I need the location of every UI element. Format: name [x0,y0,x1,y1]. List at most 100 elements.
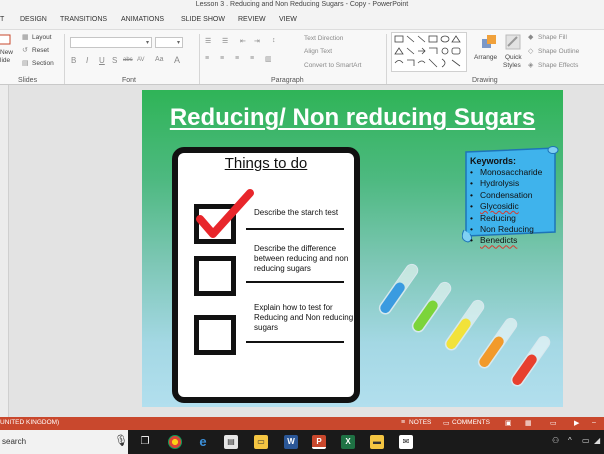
microphone-icon[interactable]: 🎙 [114,434,128,447]
arrange-icon[interactable] [481,34,497,50]
new-slide-icon[interactable] [0,33,12,47]
font-name-combo[interactable]: ▾ [70,37,152,48]
layout-icon: ▦ [22,34,29,41]
things-to-do-heading[interactable]: Things to do [178,155,354,172]
shape-fill-button[interactable]: Shape Fill [538,34,567,41]
notification-icon[interactable]: ▭ [582,436,590,445]
shape-outline-button[interactable]: Shape Outline [538,48,579,55]
align-right-icon[interactable]: ≡ [235,55,239,62]
word-icon[interactable]: W [284,435,298,449]
reset-button[interactable]: Reset [32,47,49,54]
shadow-button[interactable]: S [112,56,117,65]
strikethrough-button[interactable]: abc [123,57,133,63]
test-tube [477,317,518,369]
ribbon: New lide ▦ Layout ↺ Reset ▤ Section Slid… [0,29,604,85]
task-checkbox-2[interactable] [194,256,236,296]
excel-icon[interactable]: X [341,435,355,449]
clipboard-shape[interactable]: Things to do Describe the starch test De… [172,147,360,403]
keyword-list[interactable]: Monosaccharide Hydrolysis Condensation G… [470,167,542,247]
powerpoint-icon[interactable]: P [312,435,326,449]
shape-effects-button[interactable]: Shape Effects [538,62,578,69]
slideshow-icon[interactable]: ▶ [574,419,579,427]
task-underline [246,281,344,283]
keywords-heading[interactable]: Keywords: [470,156,516,166]
mail-icon[interactable]: ✉ [399,435,413,449]
task-view-icon[interactable]: ❐ [138,435,152,449]
test-tubes-image[interactable] [378,256,553,404]
change-case-button[interactable]: Aa [155,56,164,63]
tab-animations[interactable]: ANIMATIONS [121,16,164,23]
task-underline [246,341,344,343]
quick-styles-label-2[interactable]: Styles [503,62,521,69]
people-icon[interactable]: ⚇ [552,436,559,445]
shapes-gallery[interactable] [391,32,467,72]
tab-view[interactable]: VIEW [279,16,297,23]
slide[interactable]: Reducing/ Non reducing Sugars Things to … [142,90,563,407]
chevron-up-icon[interactable]: ^ [568,436,572,445]
tab-insert[interactable]: T [0,16,4,23]
task-text-3[interactable]: Explain how to test for Reducing and Non… [254,303,359,333]
indent-icon[interactable]: ⇤ [240,37,246,45]
slide-title[interactable]: Reducing/ Non reducing Sugars [142,104,563,132]
tab-transitions[interactable]: TRANSITIONS [60,16,107,23]
zoom-out-icon[interactable]: – [592,419,596,426]
normal-view-icon[interactable]: ▣ [505,419,512,427]
chrome-icon[interactable] [168,435,182,449]
task-underline [246,228,344,230]
arrange-button[interactable]: Arrange [474,54,497,61]
line-spacing-icon[interactable]: ↕ [272,37,276,44]
convert-smartart-button[interactable]: Convert to SmartArt [304,62,361,69]
network-icon[interactable]: ◢ [594,436,600,445]
align-text-button[interactable]: Align Text [304,48,332,55]
slide-thumbnail-pane[interactable] [0,85,9,417]
char-spacing-button[interactable]: AV [137,57,145,63]
notes-icon: ≡ [401,419,406,426]
group-separator [386,34,387,84]
new-slide-label[interactable]: New [0,49,13,56]
align-left-icon[interactable]: ≡ [205,55,209,62]
reset-icon: ↺ [22,47,28,54]
paragraph-group-label: Paragraph [271,77,304,84]
store-icon[interactable]: ▤ [224,435,238,449]
language-indicator[interactable]: UNITED KINGDOM) [0,419,59,426]
new-slide-label-2[interactable]: lide [0,57,10,64]
underline-button[interactable]: U [99,56,105,65]
task-text-1[interactable]: Describe the starch test [254,208,359,218]
align-center-icon[interactable]: ≡ [220,55,224,62]
slide-sorter-icon[interactable]: ▦ [525,419,532,427]
task-checkbox-3[interactable] [194,315,236,355]
bullets-icon[interactable]: ☰ [205,37,211,45]
quick-styles-icon[interactable] [505,34,521,50]
tab-review[interactable]: REVIEW [238,16,266,23]
font-size-combo[interactable]: ▾ [155,37,183,48]
text-direction-button[interactable]: Text Direction [304,35,343,42]
notes-button[interactable]: NOTES [409,419,431,426]
taskbar-search[interactable]: search 🎙 [0,430,128,454]
font-color-icon[interactable]: A [174,55,180,65]
outdent-icon[interactable]: ⇥ [254,37,260,45]
checkmark-icon [196,189,254,238]
group-separator [64,34,65,84]
columns-icon[interactable]: ▥ [265,55,272,63]
layout-button[interactable]: Layout [32,34,52,41]
shape-effects-icon: ◈ [528,62,534,69]
quick-styles-label[interactable]: Quick [505,54,522,61]
folder-icon[interactable]: ▬ [370,435,384,449]
section-icon: ▤ [22,60,29,67]
task-text-2[interactable]: Describe the difference between reducing… [254,244,359,274]
comments-button[interactable]: COMMENTS [452,419,490,426]
reading-view-icon[interactable]: ▭ [550,419,557,427]
numbering-icon[interactable]: ☰ [222,37,228,45]
justify-icon[interactable]: ≡ [250,55,254,62]
tab-slide-show[interactable]: SLIDE SHOW [181,16,225,23]
tab-design[interactable]: DESIGN [20,16,47,23]
test-tube [510,335,551,387]
section-button[interactable]: Section [32,60,54,67]
keyword-item: Monosaccharide [470,167,542,178]
bold-button[interactable]: B [71,56,76,65]
window-title: Lesson 3 . Reducing and Non Reducing Sug… [195,1,409,8]
italic-button[interactable]: I [86,56,88,65]
edge-icon[interactable]: e [196,435,210,449]
keyword-item: Hydrolysis [470,178,542,189]
file-explorer-icon[interactable]: ▭ [254,435,268,449]
